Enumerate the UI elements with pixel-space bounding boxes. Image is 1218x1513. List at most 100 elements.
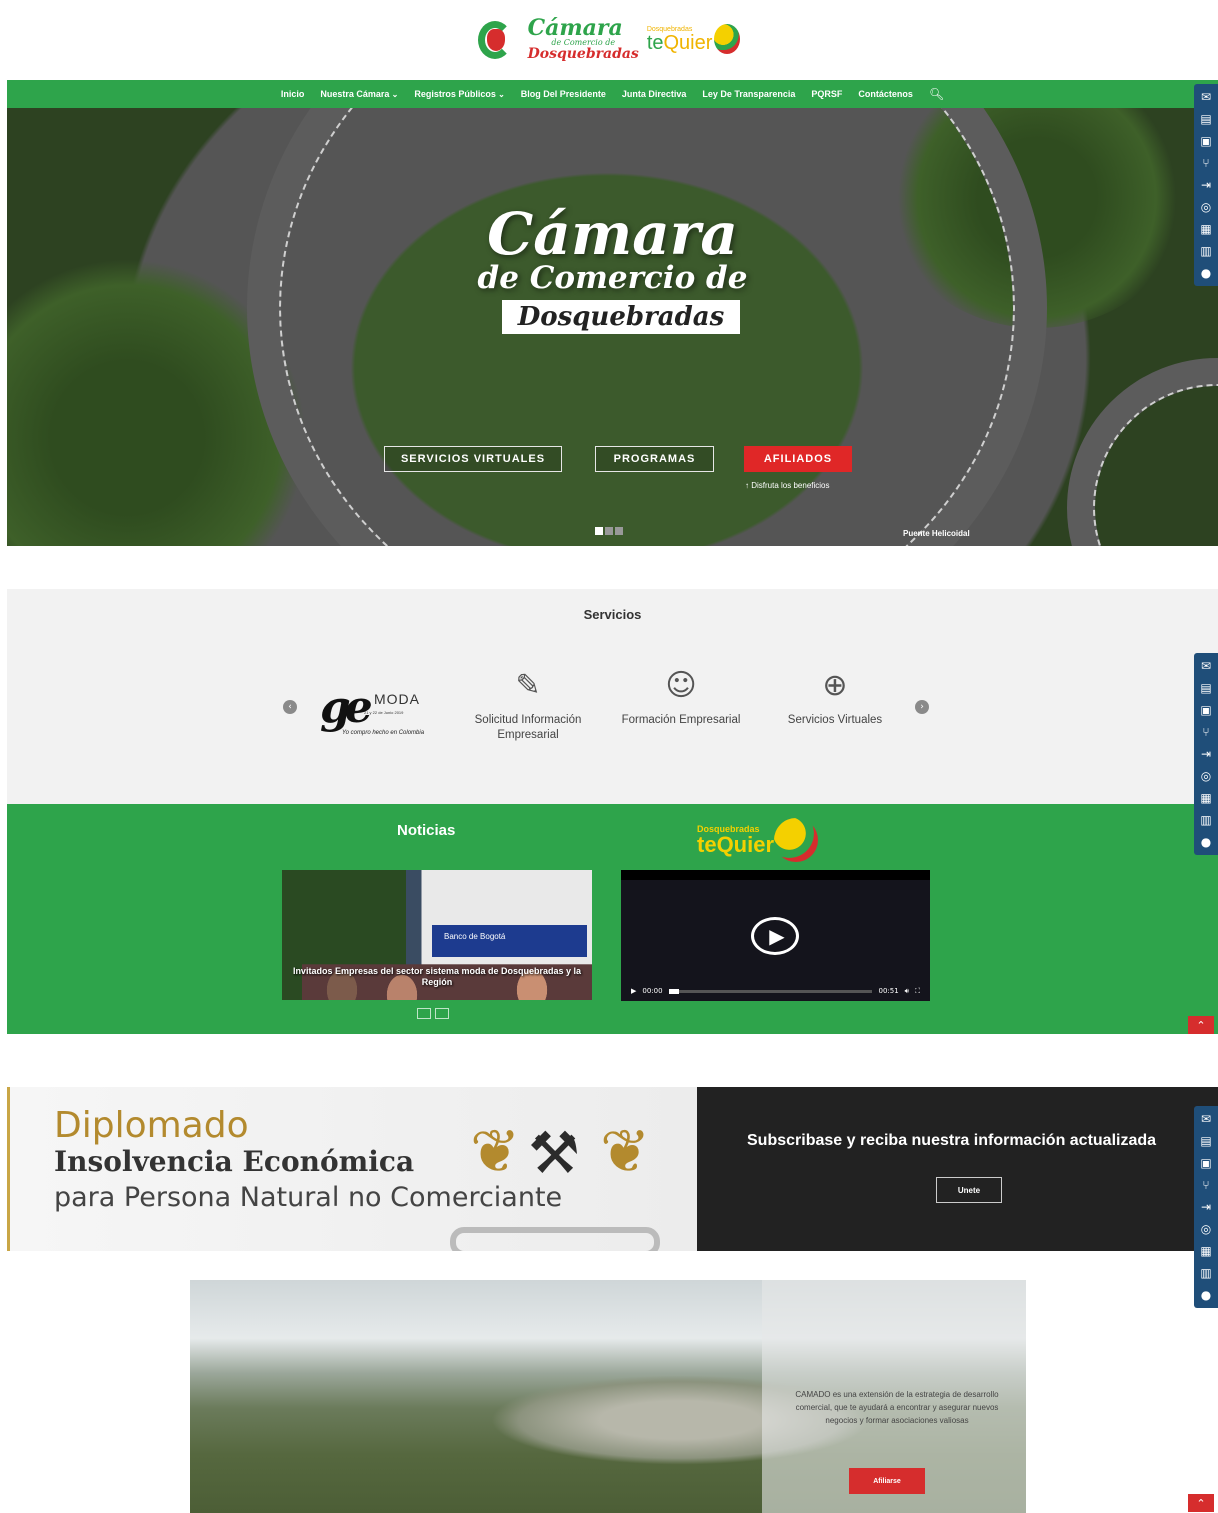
nav-inicio[interactable]: Inicio [281, 89, 305, 99]
database-icon[interactable]: ◎ [1197, 1219, 1215, 1239]
nav-blog-presidente[interactable]: Blog Del Presidente [521, 89, 606, 99]
database-icon[interactable]: ◎ [1197, 197, 1215, 217]
hero-subtitle: de Comercio de [477, 260, 748, 296]
ge-moda-mark-icon: ge [320, 682, 373, 733]
login-icon[interactable]: ⇥ [1197, 1197, 1215, 1217]
chat-icon[interactable]: ✉ [1197, 656, 1215, 676]
computer-icon[interactable]: ▣ [1197, 700, 1215, 720]
svc-formacion-empresarial[interactable]: ☺ Formación Empresarial [606, 667, 756, 728]
subscribe-text: Subscribase y reciba nuestra información… [747, 1132, 1157, 1149]
document-icon[interactable]: ▤ [1197, 678, 1215, 698]
hero-dot-3[interactable] [615, 527, 623, 535]
noticias-section: Noticias Dosquebradas teQuier Banco de B… [7, 804, 1218, 1034]
ge-moda-logo[interactable]: ge MODA 21 y 22 de Junio 2019 Yo compro … [320, 686, 440, 744]
table-icon[interactable]: ▥ [1197, 1263, 1215, 1283]
camado-banner: CAMADO es una extensión de la estrategia… [190, 1280, 1026, 1513]
servicios-prev-icon[interactable]: ‹ [283, 700, 297, 714]
comment-icon[interactable]: ● [1197, 832, 1215, 852]
chat-icon[interactable]: ✉ [1197, 87, 1215, 107]
volume-icon[interactable]: 🔊︎ [905, 987, 909, 996]
nav-junta-directiva[interactable]: Junta Directiva [622, 89, 687, 99]
camado-card: CAMADO es una extensión de la estrategia… [762, 1280, 1026, 1513]
news-pager [417, 1008, 449, 1019]
video-time-current: 00:00 [642, 987, 663, 995]
servicios-title: Servicios [583, 607, 642, 622]
login-icon[interactable]: ⇥ [1197, 175, 1215, 195]
news-prev-button[interactable] [417, 1008, 431, 1019]
person-tie-icon: ☺ [665, 667, 697, 703]
diplomado-line2: Insolvencia Económica [54, 1145, 415, 1178]
search-icon[interactable]: 🔍︎ [929, 87, 944, 101]
subscribe-section: Subscribase y reciba nuestra información… [697, 1087, 1218, 1251]
afiliados-button[interactable]: AFILIADOS [744, 446, 852, 472]
nav-nuestra-camara[interactable]: Nuestra Cámara [320, 89, 398, 99]
hero-caption: Puente Helicoidal [903, 529, 970, 538]
camara-logo-text[interactable]: Cámara de Comercio de Dosquebradas [528, 17, 639, 61]
news-next-button[interactable] [435, 1008, 449, 1019]
hero-pagination [595, 527, 623, 535]
svc-label: Formación Empresarial [621, 714, 741, 726]
social-sidebar: ✉ ▤ ▣ ⑂ ⇥ ◎ ▦ ▥ ● [1194, 84, 1218, 286]
chat-icon[interactable]: ✉ [1197, 1109, 1215, 1129]
calendar-icon[interactable]: ▦ [1197, 788, 1215, 808]
document-icon[interactable]: ▤ [1197, 109, 1215, 129]
table-icon[interactable]: ▥ [1197, 241, 1215, 261]
diplomado-banner[interactable]: Diplomado Insolvencia Económica para Per… [7, 1087, 697, 1251]
table-icon[interactable]: ▥ [1197, 810, 1215, 830]
diplomado-line1: Diplomado [54, 1105, 249, 1146]
camado-text: CAMADO es una extensión de la estrategia… [795, 1390, 999, 1425]
programas-button[interactable]: PROGRAMAS [595, 446, 714, 472]
network-icon[interactable]: ⑂ [1197, 722, 1215, 742]
video-progress[interactable] [668, 988, 873, 994]
hero-dot-2[interactable] [605, 527, 613, 535]
laurel-left-icon: ❦ [470, 1117, 521, 1187]
video-controls: ▶ 00:00 00:51 🔊︎ ⛶ [621, 981, 930, 1001]
moda-label: MODA [374, 691, 420, 707]
hero-road-2 [1067, 358, 1218, 546]
computer-icon[interactable]: ▣ [1197, 131, 1215, 151]
comment-icon[interactable]: ● [1197, 1285, 1215, 1305]
calendar-icon[interactable]: ▦ [1197, 219, 1215, 239]
moda-date: 21 y 22 de Junio 2019 [364, 710, 404, 715]
main-nav: Inicio Nuestra Cámara Registros Públicos… [7, 80, 1218, 108]
video-player[interactable]: ▶ ▶ 00:00 00:51 🔊︎ ⛶ [621, 870, 930, 1001]
computer-icon[interactable]: ▣ [1197, 1153, 1215, 1173]
nav-ley-transparencia[interactable]: Ley De Transparencia [702, 89, 795, 99]
afiliados-subtext: ↑ Disfruta los beneficios [745, 481, 830, 490]
nav-contactenos[interactable]: Contáctenos [858, 89, 913, 99]
hero-city-box: Dosquebradas [502, 300, 740, 334]
database-icon[interactable]: ◎ [1197, 766, 1215, 786]
document-icon[interactable]: ▤ [1197, 1131, 1215, 1151]
servicios-next-icon[interactable]: › [915, 700, 929, 714]
tequiero-ball-icon [714, 24, 741, 54]
login-icon[interactable]: ⇥ [1197, 744, 1215, 764]
nav-pqrsf[interactable]: PQRSF [811, 89, 842, 99]
play-icon[interactable]: ▶ [751, 917, 799, 955]
camara-logo-icon[interactable] [477, 15, 520, 63]
unete-button[interactable]: Unete [936, 1177, 1002, 1203]
svc-solicitud-informacion[interactable]: ✎ Solicitud Información Empresarial [453, 667, 603, 743]
fullscreen-icon[interactable]: ⛶ [915, 987, 920, 996]
play-small-icon[interactable]: ▶ [631, 987, 636, 995]
scroll-top-icon[interactable]: ⌃ [1188, 1016, 1214, 1034]
hero-title: Cámara [487, 200, 738, 268]
servicios-virtuales-button[interactable]: SERVICIOS VIRTUALES [384, 446, 562, 472]
network-icon[interactable]: ⑂ [1197, 153, 1215, 173]
network-icon[interactable]: ⑂ [1197, 1175, 1215, 1195]
afiliarse-button[interactable]: Afiliarse [849, 1468, 925, 1494]
svc-servicios-virtuales[interactable]: ⊕ Servicios Virtuales [760, 667, 910, 728]
tequiero-te: te [646, 31, 664, 54]
moda-slogan: Yo compro hecho en Colombia [342, 730, 425, 736]
hero-dot-1[interactable] [595, 527, 603, 535]
nav-registros-publicos[interactable]: Registros Públicos [414, 89, 504, 99]
gavel-base-icon [450, 1227, 660, 1251]
calendar-icon[interactable]: ▦ [1197, 1241, 1215, 1261]
tequiero-te-2: te [697, 831, 717, 857]
scroll-top-icon-2[interactable]: ⌃ [1188, 1494, 1214, 1512]
tequiero-quier-2: Quier [716, 831, 775, 857]
news-slide[interactable]: Banco de Bogotá Invitados Empresas del s… [282, 870, 592, 1000]
news-caption: Invitados Empresas del sector sistema mo… [292, 966, 582, 987]
svc-label: Solicitud Información Empresarial [474, 714, 582, 741]
noticias-title: Noticias [397, 822, 456, 839]
comment-icon[interactable]: ● [1197, 263, 1215, 283]
